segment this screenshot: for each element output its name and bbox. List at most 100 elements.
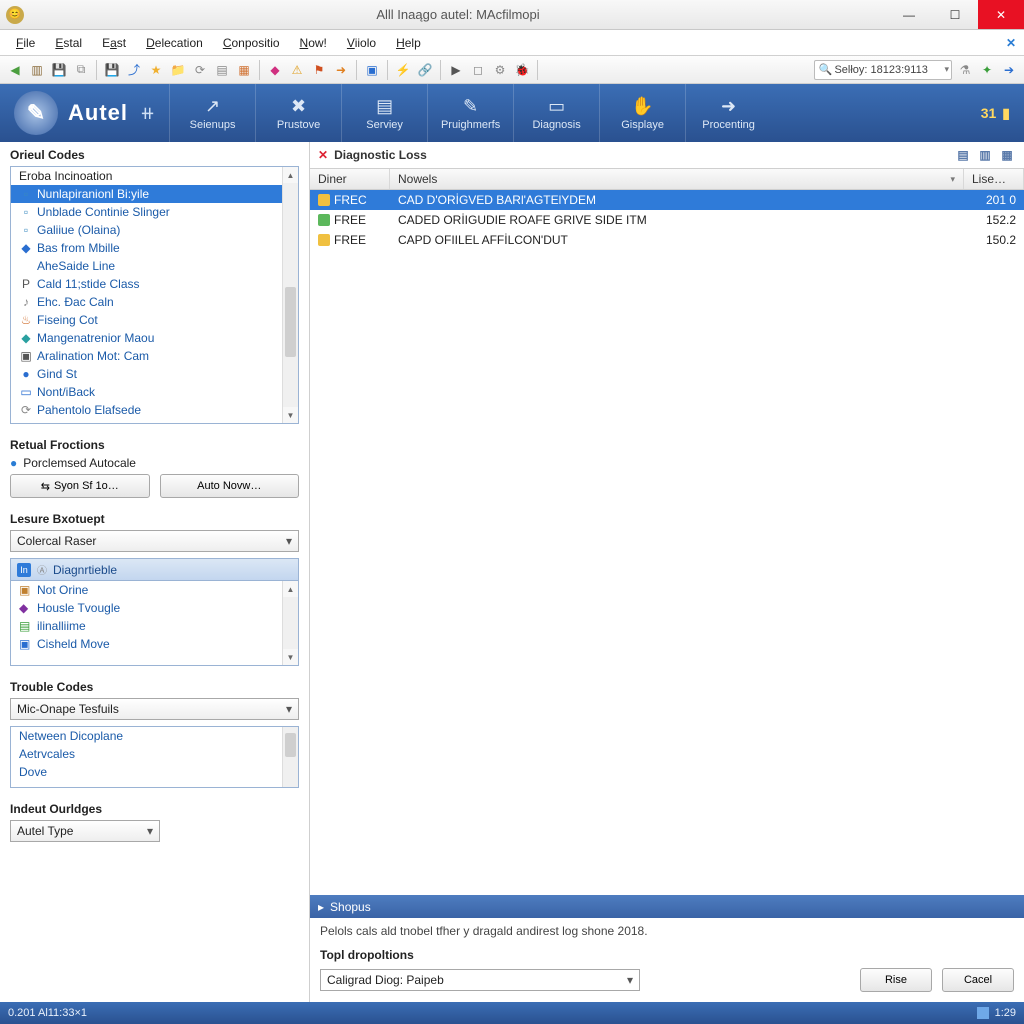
chart-icon[interactable]: ◆: [266, 61, 284, 79]
codes-header-row[interactable]: Eroba Incinoation: [11, 167, 298, 185]
module-gisplaye[interactable]: ✋Gisplaye: [599, 84, 685, 142]
export-icon[interactable]: ⤴: [125, 61, 143, 79]
scroll-down-icon[interactable]: ▼: [283, 649, 298, 665]
module-serviey[interactable]: ▤Serviey: [341, 84, 427, 142]
list-item[interactable]: Aetrvcales: [11, 745, 298, 763]
list-item[interactable]: Dove: [11, 763, 298, 781]
list-item[interactable]: ▣Not Orine: [11, 581, 298, 599]
scroll-up-icon[interactable]: ▲: [283, 167, 298, 183]
link-icon[interactable]: 🔗: [416, 61, 434, 79]
save-all-icon[interactable]: ⧉: [72, 61, 90, 79]
menu-help[interactable]: Help: [386, 34, 431, 52]
list-item[interactable]: AheSaide Line: [11, 257, 298, 275]
module-icon[interactable]: ▣: [363, 61, 381, 79]
search-dropdown-icon[interactable]: ▾: [944, 64, 949, 75]
auto-button[interactable]: Auto Novw…: [160, 474, 300, 498]
notification-count[interactable]: 31 ▮: [981, 84, 1024, 142]
scroll-thumb[interactable]: [285, 287, 296, 357]
close-tab-icon[interactable]: ✕: [1006, 36, 1016, 50]
col-lise[interactable]: Lise…: [964, 169, 1024, 189]
list-item[interactable]: ♪Ehc. Đac Caln: [11, 293, 298, 311]
tool-2-icon[interactable]: ▥: [976, 146, 994, 164]
table-row[interactable]: FREECAPD OFIILEL AFFİLCON'DUT150.2: [310, 230, 1024, 250]
bug-icon[interactable]: 🐞: [513, 61, 531, 79]
tool-a-icon[interactable]: ⚗: [956, 61, 974, 79]
list-item[interactable]: ◆Mangenatrenior Maou: [11, 329, 298, 347]
col-diner[interactable]: Diner: [310, 169, 390, 189]
menu-delecation[interactable]: Delecation: [136, 34, 213, 52]
sync-button[interactable]: ⇆Syon Sf 1o…: [10, 474, 150, 498]
tool-3-icon[interactable]: ▦: [998, 146, 1016, 164]
grid-icon[interactable]: ▦: [235, 61, 253, 79]
list-item[interactable]: ▤ilinalliime: [11, 617, 298, 635]
list-item[interactable]: ♨Fiseing Cot: [11, 311, 298, 329]
module-diagnosis[interactable]: ▭Diagnosis: [513, 84, 599, 142]
cancel-button[interactable]: Cacel: [942, 968, 1014, 992]
sort-icon[interactable]: ▾: [950, 174, 955, 185]
close-button[interactable]: ✕: [978, 0, 1024, 29]
tool-b-icon[interactable]: ✦: [978, 61, 996, 79]
play-icon[interactable]: ▶: [447, 61, 465, 79]
menu-estal[interactable]: Estal: [45, 34, 92, 52]
folder-icon[interactable]: ▥: [28, 61, 46, 79]
folder-open-icon[interactable]: 📁: [169, 61, 187, 79]
lesure-dropdown[interactable]: Colercal Raser: [10, 530, 299, 552]
menu-viiolo[interactable]: Viiolo: [337, 34, 386, 52]
scroll-down-icon[interactable]: ▼: [283, 407, 298, 423]
menu-conpositio[interactable]: Conpositio: [213, 34, 290, 52]
table-row[interactable]: FRECCAD D'ORİGVED BARl'AGTElYDEM201 0: [310, 190, 1024, 210]
ok-button[interactable]: Rise: [860, 968, 932, 992]
list-item[interactable]: ●Gind St: [11, 365, 298, 383]
trouble-scrollbar[interactable]: [282, 727, 298, 787]
indent-dropdown[interactable]: Autel Type: [10, 820, 160, 842]
table-row[interactable]: FREECADED ORİIGUDIE ROAFE GRIVE SIDE ITM…: [310, 210, 1024, 230]
scroll-up-icon[interactable]: ▲: [283, 581, 298, 597]
save-icon[interactable]: 💾: [50, 61, 68, 79]
maximize-button[interactable]: ☐: [932, 0, 978, 29]
minimize-button[interactable]: —: [886, 0, 932, 29]
list-item[interactable]: ⟳Pahentolo Elafsede: [11, 401, 298, 419]
list-item[interactable]: ◆Bas from Mbille: [11, 239, 298, 257]
refresh-icon[interactable]: ⟳: [191, 61, 209, 79]
list-item[interactable]: ◆Housle Tvougle: [11, 599, 298, 617]
list-item[interactable]: ▭Nont/iBack: [11, 383, 298, 401]
list-item[interactable]: ▣Cisheld Move: [11, 635, 298, 653]
list-item[interactable]: Netween Dicoplane: [11, 727, 298, 745]
codes-scrollbar[interactable]: ▲ ▼: [282, 167, 298, 423]
disk-icon[interactable]: 💾: [103, 61, 121, 79]
warn-icon[interactable]: ⚠: [288, 61, 306, 79]
close-panel-icon[interactable]: ✕: [318, 148, 328, 162]
module-prustove[interactable]: ✖Prustove: [255, 84, 341, 142]
search-input[interactable]: [834, 64, 944, 76]
list-item[interactable]: ▫Nunlapiranionl Bi:yile: [11, 185, 298, 203]
list-item[interactable]: PCald 11;stide Class: [11, 275, 298, 293]
shapes-band[interactable]: ▸ Shopus: [310, 895, 1024, 918]
codes-listbox[interactable]: Eroba Incinoation ▫Nunlapiranionl Bi:yil…: [10, 166, 299, 424]
trouble-list[interactable]: Netween DicoplaneAetrvcalesDove: [10, 726, 299, 788]
tool-1-icon[interactable]: ▤: [954, 146, 972, 164]
bolt-icon[interactable]: ⚡: [394, 61, 412, 79]
next-icon[interactable]: ➔: [1000, 61, 1018, 79]
trouble-dropdown[interactable]: Mic-Onape Tesfuils: [10, 698, 299, 720]
list-item[interactable]: ▫Unblade Continie Slinger: [11, 203, 298, 221]
list-item[interactable]: ▫Galiiue (Olaina): [11, 221, 298, 239]
scroll-thumb[interactable]: [285, 733, 296, 757]
module-pruighmerfs[interactable]: ✎Pruighmerfs: [427, 84, 513, 142]
list-item[interactable]: ▣Aralination Mot: Cam: [11, 347, 298, 365]
arrow-right-icon[interactable]: ➜: [332, 61, 350, 79]
grid-body[interactable]: FRECCAD D'ORİGVED BARl'AGTElYDEM201 0FRE…: [310, 190, 1024, 895]
search-box[interactable]: 🔍 ▾: [814, 60, 952, 80]
star-icon[interactable]: ★: [147, 61, 165, 79]
nav-back-icon[interactable]: ◀: [6, 61, 24, 79]
module-seienups[interactable]: ↗Seienups: [169, 84, 255, 142]
gear-icon[interactable]: ⚙: [491, 61, 509, 79]
module-procenting[interactable]: ➜Procenting: [685, 84, 771, 142]
panel-icon[interactable]: ▤: [213, 61, 231, 79]
drop-select[interactable]: Caligrad Diog: Paipeb: [320, 969, 640, 991]
menu-east[interactable]: East: [92, 34, 136, 52]
diag-tab[interactable]: In Ⓐ Diagnrtieble: [10, 558, 299, 580]
menu-file[interactable]: File: [6, 34, 45, 52]
menu-now[interactable]: Now!: [290, 34, 337, 52]
diag-scrollbar[interactable]: ▲ ▼: [282, 581, 298, 665]
stop-icon[interactable]: ◻: [469, 61, 487, 79]
